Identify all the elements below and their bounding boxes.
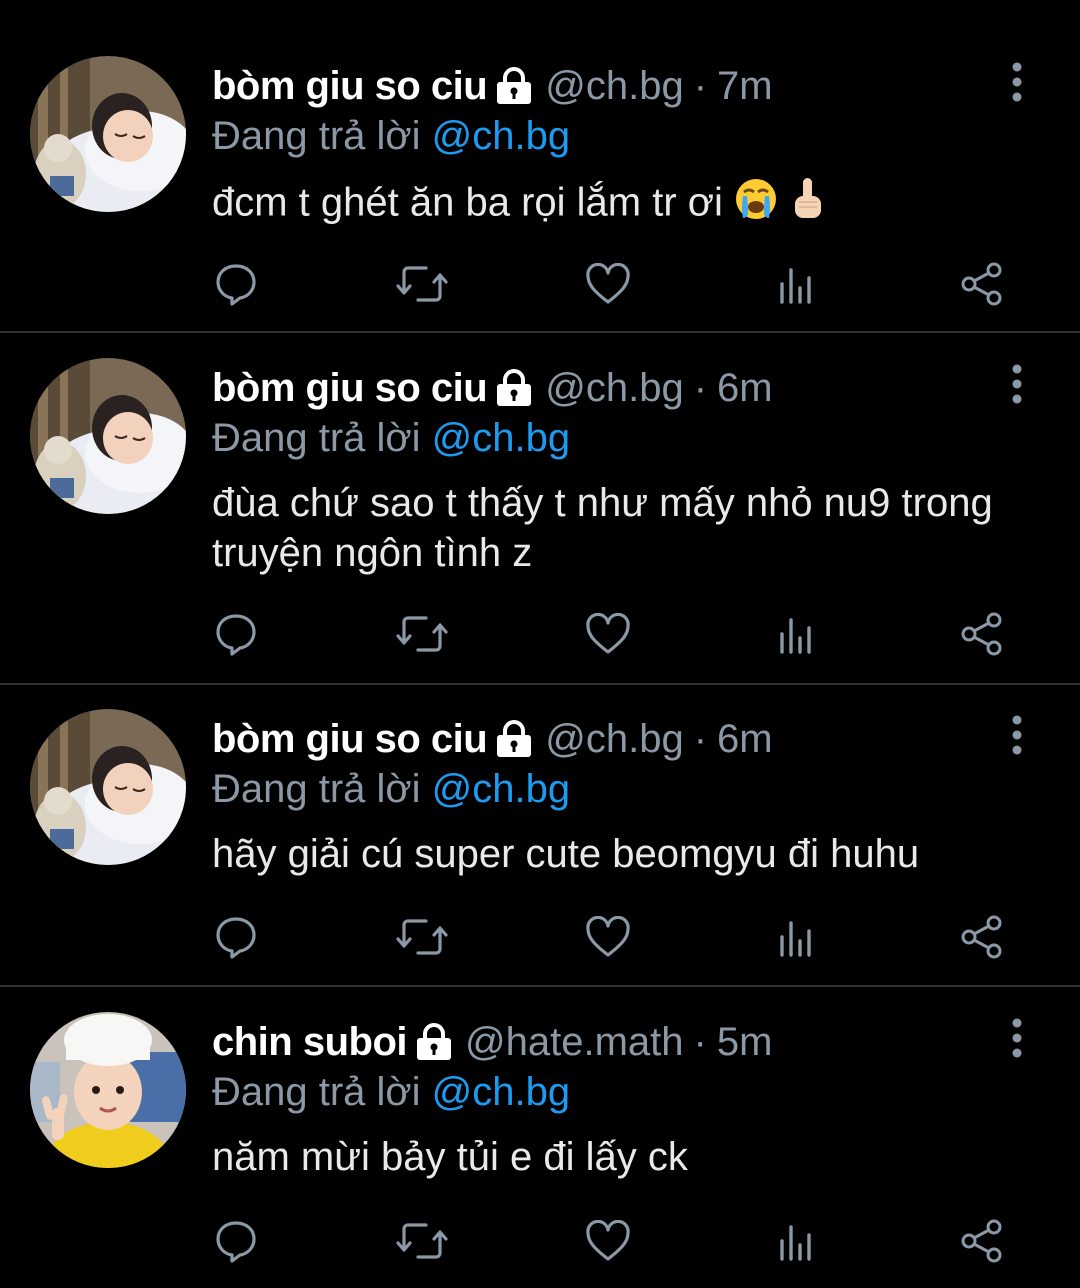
separator: ·: [693, 717, 708, 761]
lock-icon: [415, 1022, 453, 1062]
handle[interactable]: @ch.bg: [545, 358, 683, 418]
reply-icon[interactable]: [208, 1213, 264, 1269]
tweet-text-content: đùa chứ sao t thấy t như mấy nhỏ nu9 tro…: [212, 481, 993, 575]
tweet-text: năm mừi bảy tủi e đi lấy ck: [212, 1132, 1040, 1182]
more-vertical-icon[interactable]: [1000, 354, 1034, 414]
reply-mention-link[interactable]: @ch.bg: [432, 114, 570, 158]
display-name[interactable]: bòm giu so ciu: [212, 358, 488, 418]
sleeping-child-avatar: [30, 56, 186, 212]
views-icon[interactable]: [768, 606, 824, 662]
reply-mention-link[interactable]: @ch.bg: [432, 767, 570, 811]
handle[interactable]: @hate.math: [465, 1012, 684, 1072]
display-name[interactable]: bòm giu so ciu: [212, 709, 488, 769]
hand-pointing-up-icon: [789, 176, 825, 234]
lock-icon: [495, 719, 533, 759]
views-icon[interactable]: [768, 909, 824, 965]
views-icon[interactable]: [768, 1213, 824, 1269]
timestamp[interactable]: 7m: [717, 56, 773, 116]
separator: ·: [693, 1020, 707, 1064]
share-icon[interactable]: [954, 256, 1010, 312]
reply-context: Đang trả lời @ch.bg: [212, 413, 570, 463]
reply-mention-link[interactable]: @ch.bg: [432, 416, 570, 460]
reply-context: Đang trả lời @ch.bg: [212, 764, 570, 814]
share-icon[interactable]: [954, 606, 1010, 662]
retweet-icon[interactable]: [394, 909, 450, 965]
like-icon[interactable]: [580, 606, 636, 662]
sleeping-child-avatar: [30, 358, 186, 514]
reply-context: Đang trả lời @ch.bg: [212, 111, 570, 161]
like-icon[interactable]: [580, 1213, 636, 1269]
more-vertical-icon[interactable]: [1000, 1008, 1034, 1068]
handle[interactable]: @ch.bg: [545, 709, 683, 769]
timestamp[interactable]: 6m: [717, 358, 773, 418]
tweet[interactable]: bòm giu so ciu @ch.bg · 6m Đang trả lời …: [0, 685, 1080, 987]
like-icon[interactable]: [580, 256, 636, 312]
action-bar: [0, 256, 1080, 312]
tweet-text: đcm t ghét ăn ba rọi lắm tr ơi: [212, 176, 1040, 234]
reply-icon[interactable]: [208, 606, 264, 662]
reply-prefix: Đang trả lời: [212, 1070, 421, 1114]
reply-icon[interactable]: [208, 256, 264, 312]
retweet-icon[interactable]: [394, 1213, 450, 1269]
avatar[interactable]: [30, 1012, 186, 1168]
separator: ·: [693, 366, 708, 410]
timestamp[interactable]: 6m: [717, 709, 773, 769]
share-icon[interactable]: [954, 1213, 1010, 1269]
more-vertical-icon[interactable]: [1000, 52, 1034, 112]
tweet-text: hãy giải cú super cute beomgyu đi huhu: [212, 829, 1040, 879]
tweet-header: bòm giu so ciu @ch.bg · 6m: [212, 358, 990, 418]
retweet-icon[interactable]: [394, 606, 450, 662]
tweet-text-content: đcm t ghét ăn ba rọi lắm tr ơi: [212, 180, 723, 225]
loudly-crying-face-icon: [733, 176, 779, 234]
action-bar: [0, 606, 1080, 662]
tweet-text: đùa chứ sao t thấy t như mấy nhỏ nu9 tro…: [212, 478, 1040, 578]
more-vertical-icon[interactable]: [1000, 705, 1034, 765]
tweet-text-content: năm mừi bảy tủi e đi lấy ck: [212, 1135, 688, 1179]
reply-prefix: Đang trả lời: [212, 767, 421, 811]
handle[interactable]: @ch.bg: [545, 56, 683, 116]
tweet-header: bòm giu so ciu @ch.bg · 7m: [212, 56, 990, 116]
views-icon[interactable]: [768, 256, 824, 312]
separator: ·: [693, 64, 708, 108]
tweet-header: bòm giu so ciu @ch.bg · 6m: [212, 709, 990, 769]
reply-context: Đang trả lời @ch.bg: [212, 1067, 570, 1117]
tweet-header: chin suboi @hate.math · 5m: [212, 1012, 990, 1072]
lock-icon: [495, 66, 533, 106]
tweet[interactable]: bòm giu so ciu @ch.bg · 7m Đang trả lời …: [0, 0, 1080, 333]
like-icon[interactable]: [580, 909, 636, 965]
avatar[interactable]: [30, 358, 186, 514]
timestamp[interactable]: 5m: [717, 1012, 773, 1072]
tweet-text-content: hãy giải cú super cute beomgyu đi huhu: [212, 832, 920, 876]
action-bar: [0, 1213, 1080, 1269]
avatar[interactable]: [30, 56, 186, 212]
lock-icon: [495, 368, 533, 408]
display-name[interactable]: bòm giu so ciu: [212, 56, 488, 116]
retweet-icon[interactable]: [394, 256, 450, 312]
display-name[interactable]: chin suboi: [212, 1012, 408, 1072]
child-chef-hat-avatar: [30, 1012, 186, 1168]
sleeping-child-avatar: [30, 709, 186, 865]
tweet[interactable]: bòm giu so ciu @ch.bg · 6m Đang trả lời …: [0, 333, 1080, 685]
share-icon[interactable]: [954, 909, 1010, 965]
reply-mention-link[interactable]: @ch.bg: [432, 1070, 570, 1114]
reply-prefix: Đang trả lời: [212, 114, 421, 158]
avatar[interactable]: [30, 709, 186, 865]
tweet[interactable]: chin suboi @hate.math · 5m Đang trả lời …: [0, 987, 1080, 1288]
action-bar: [0, 909, 1080, 965]
reply-prefix: Đang trả lời: [212, 416, 421, 460]
reply-icon[interactable]: [208, 909, 264, 965]
